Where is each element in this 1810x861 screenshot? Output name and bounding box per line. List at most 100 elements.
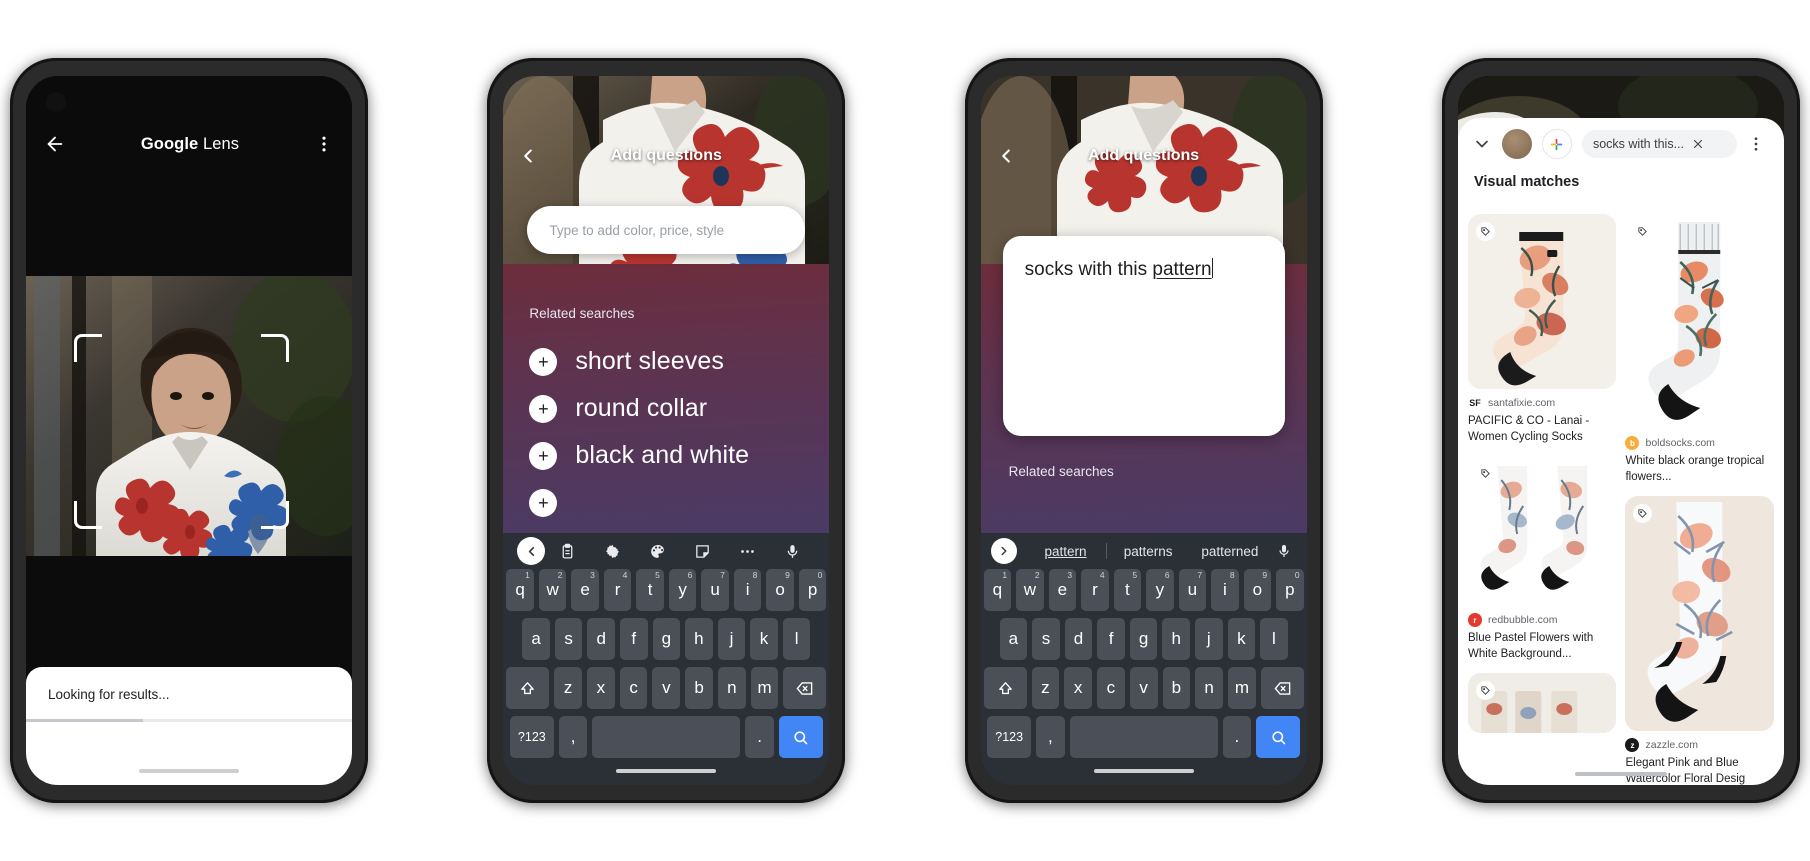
mic-icon[interactable] <box>770 543 815 560</box>
key-e[interactable]: 3e <box>571 569 599 611</box>
nav-handle[interactable] <box>1574 772 1667 776</box>
key-comma[interactable]: , <box>558 716 588 758</box>
key-v[interactable]: v <box>1129 667 1158 709</box>
key-s[interactable]: s <box>1032 618 1060 660</box>
key-u[interactable]: 7u <box>1178 569 1207 611</box>
key-v[interactable]: v <box>652 667 681 709</box>
related-search-item-partial[interactable]: + <box>529 479 819 526</box>
key-s[interactable]: s <box>554 618 583 660</box>
key-p[interactable]: 0p <box>798 569 827 611</box>
key-g[interactable]: g <box>652 618 681 660</box>
price-tag-icon[interactable] <box>1475 464 1495 484</box>
key-period[interactable]: . <box>745 716 774 758</box>
key-r[interactable]: 4r <box>1081 569 1109 611</box>
key-t[interactable]: 5t <box>1113 569 1142 611</box>
key-q[interactable]: 1q <box>506 569 534 611</box>
key-n[interactable]: n <box>717 667 746 709</box>
search-icon[interactable] <box>1256 716 1301 758</box>
clipboard-icon[interactable] <box>545 543 590 560</box>
related-search-item[interactable]: + black and white <box>529 432 819 479</box>
key-m[interactable]: m <box>750 667 779 709</box>
key-a[interactable]: a <box>522 618 550 660</box>
price-tag-icon[interactable] <box>1475 222 1495 241</box>
key-y[interactable]: 6y <box>668 569 697 611</box>
key-w[interactable]: 2w <box>538 569 567 611</box>
nav-handle[interactable] <box>616 769 717 773</box>
key-a[interactable]: a <box>999 618 1028 660</box>
key-y[interactable]: 6y <box>1146 569 1174 611</box>
related-search-item[interactable]: + short sleeves <box>529 338 819 385</box>
suggestion-item-1[interactable]: patterns <box>1107 544 1189 559</box>
key-o[interactable]: 9o <box>766 569 794 611</box>
google-plus-icon[interactable] <box>1541 129 1572 159</box>
key-z[interactable]: z <box>554 667 582 709</box>
lens-crop-frame[interactable] <box>74 334 289 529</box>
gear-icon[interactable] <box>590 543 635 560</box>
question-composer-card[interactable]: socks with this pattern <box>1002 236 1285 436</box>
shift-icon[interactable] <box>506 667 550 709</box>
question-input[interactable]: Type to add color, price, style <box>527 206 806 254</box>
more-horiz-icon[interactable] <box>725 543 770 560</box>
result-card[interactable]: z zazzle.com Elegant Pink and Blue Water… <box>1625 496 1774 785</box>
key-b[interactable]: b <box>1162 667 1191 709</box>
search-chip[interactable]: socks with this... <box>1581 130 1737 158</box>
result-card-partial[interactable] <box>1467 673 1617 734</box>
nav-handle[interactable] <box>139 769 239 773</box>
key-e[interactable]: 3e <box>1048 569 1077 611</box>
key-space[interactable] <box>1069 716 1218 758</box>
chevron-down-icon[interactable] <box>1472 134 1492 154</box>
key-n[interactable]: n <box>1195 667 1224 709</box>
sticker-icon[interactable] <box>680 543 725 560</box>
suggestion-item-2[interactable]: patterned <box>1189 544 1271 559</box>
key-x[interactable]: x <box>586 667 615 709</box>
key-period[interactable]: . <box>1222 716 1252 758</box>
chevron-left-icon[interactable] <box>517 537 546 565</box>
nav-handle[interactable] <box>1093 769 1194 773</box>
chevron-right-icon[interactable] <box>990 538 1017 564</box>
mic-icon[interactable] <box>1271 543 1297 559</box>
key-g[interactable]: g <box>1129 618 1158 660</box>
result-card[interactable]: r redbubble.com Blue Pastel Flowers with… <box>1467 456 1617 662</box>
shift-icon[interactable] <box>983 667 1027 709</box>
backspace-icon[interactable] <box>783 667 827 709</box>
key-i[interactable]: 8i <box>733 569 762 611</box>
key-q[interactable]: 1q <box>983 569 1012 611</box>
key-j[interactable]: j <box>1195 618 1223 660</box>
key-b[interactable]: b <box>685 667 713 709</box>
backspace-icon[interactable] <box>1260 667 1304 709</box>
chevron-left-icon[interactable] <box>995 145 1017 167</box>
key-p[interactable]: 0p <box>1276 569 1304 611</box>
more-vert-icon[interactable] <box>314 134 334 154</box>
key-t[interactable]: 5t <box>636 569 664 611</box>
key-k[interactable]: k <box>1227 618 1256 660</box>
key-c[interactable]: c <box>1097 667 1125 709</box>
suggestion-item-0[interactable]: pattern <box>1025 544 1107 559</box>
key-z[interactable]: z <box>1031 667 1060 709</box>
arrow-left-icon[interactable] <box>44 133 66 155</box>
search-icon[interactable] <box>778 716 823 758</box>
key-numeric-switch[interactable]: ?123 <box>987 716 1032 758</box>
key-o[interactable]: 9o <box>1243 569 1272 611</box>
key-l[interactable]: l <box>782 618 811 660</box>
key-u[interactable]: 7u <box>701 569 729 611</box>
close-icon[interactable] <box>1692 138 1704 150</box>
palette-icon[interactable] <box>635 543 680 560</box>
chevron-left-icon[interactable] <box>517 145 539 167</box>
key-numeric-switch[interactable]: ?123 <box>509 716 554 758</box>
key-x[interactable]: x <box>1064 667 1093 709</box>
key-i[interactable]: 8i <box>1211 569 1239 611</box>
key-f[interactable]: f <box>1097 618 1125 660</box>
key-r[interactable]: 4r <box>603 569 632 611</box>
result-card[interactable]: SF santafixie.com PACIFIC & CO - Lanai -… <box>1467 214 1617 445</box>
key-f[interactable]: f <box>619 618 648 660</box>
key-d[interactable]: d <box>587 618 615 660</box>
related-search-item[interactable]: + round collar <box>529 385 819 432</box>
key-j[interactable]: j <box>717 618 746 660</box>
key-h[interactable]: h <box>685 618 713 660</box>
key-h[interactable]: h <box>1162 618 1190 660</box>
key-w[interactable]: 2w <box>1016 569 1044 611</box>
result-card[interactable]: b boldsocks.com White black orange tropi… <box>1625 214 1774 485</box>
key-k[interactable]: k <box>750 618 778 660</box>
key-c[interactable]: c <box>619 667 648 709</box>
key-d[interactable]: d <box>1064 618 1093 660</box>
